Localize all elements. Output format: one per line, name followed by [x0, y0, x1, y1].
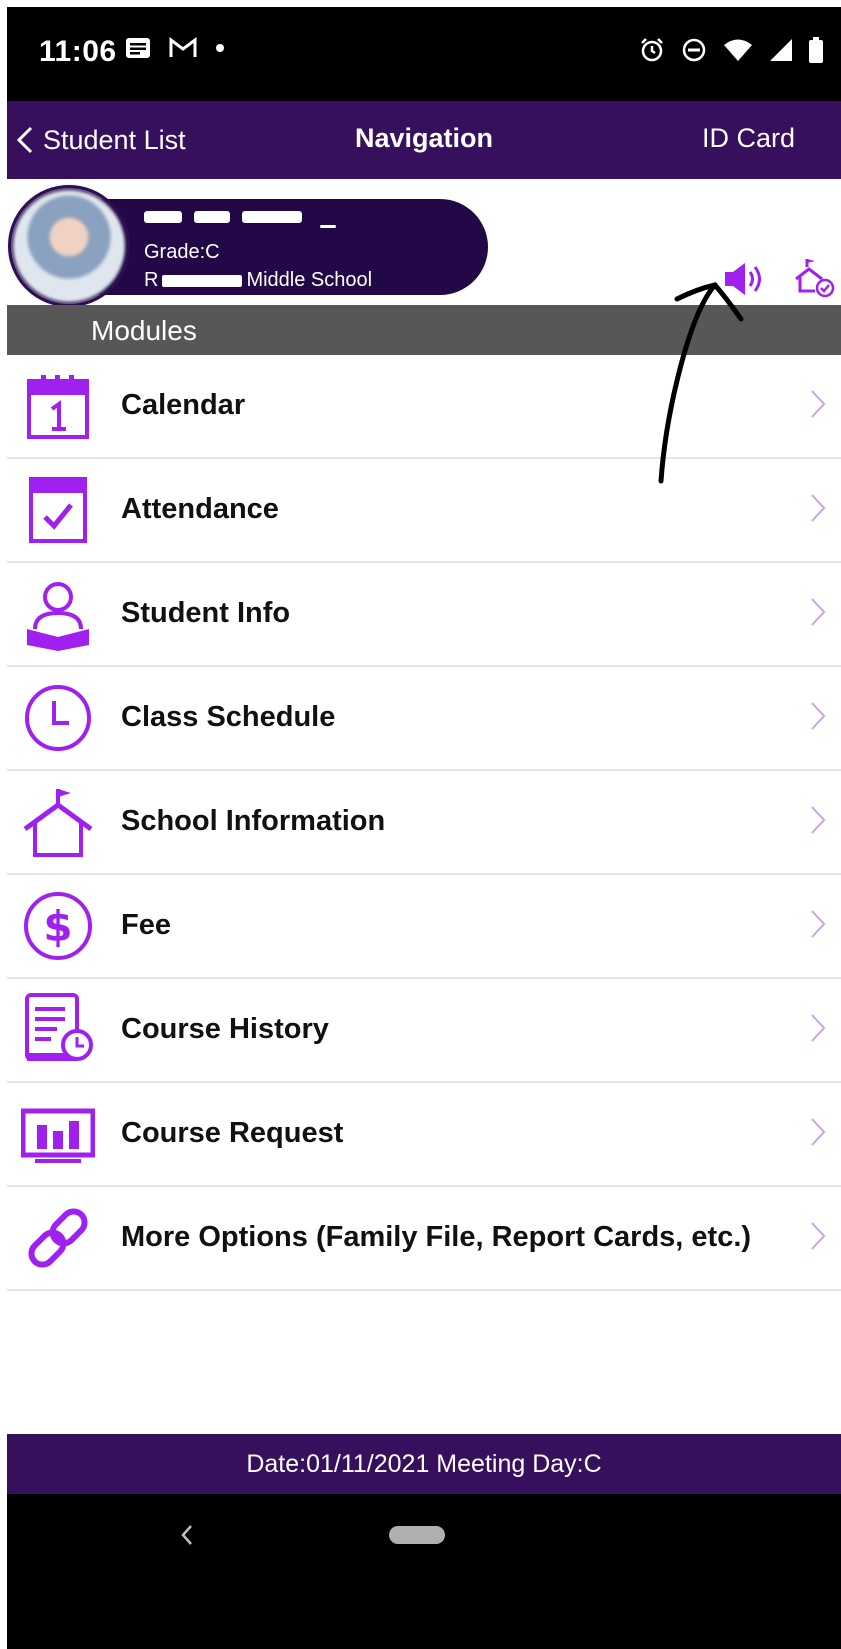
- system-navigation-bar: [7, 1494, 841, 1649]
- status-time: 11:06: [39, 35, 117, 68]
- student-name-redacted: [144, 205, 354, 228]
- modules-header: Modules: [7, 305, 841, 355]
- list-item-student-info[interactable]: Student Info: [7, 563, 841, 667]
- course-history-icon: [25, 993, 93, 1061]
- gmail-icon: [169, 37, 197, 57]
- grade-value: C: [205, 241, 220, 263]
- chevron-right-icon: [811, 598, 826, 626]
- app-frame: 11:06 Student List Navigation ID Card Gr…: [7, 7, 841, 1649]
- calendar-icon: [27, 375, 89, 439]
- student-header: Grade:C R Middle School: [7, 179, 841, 307]
- home-check-icon[interactable]: [793, 255, 837, 299]
- list-item-attendance[interactable]: Attendance: [7, 459, 841, 563]
- school-icon: [23, 789, 93, 857]
- grade-label: Grade:: [144, 241, 206, 263]
- attendance-icon: [29, 477, 87, 543]
- signal-icon: [770, 39, 792, 61]
- footer-date-text: Date:01/11/2021 Meeting Day:C: [246, 1450, 602, 1478]
- date-footer: Date:01/11/2021 Meeting Day:C: [7, 1434, 841, 1494]
- modules-list: Calendar Attendance Student Info Class S…: [7, 355, 841, 1291]
- school-suffix: Middle School: [246, 269, 373, 291]
- list-item-label: More Options (Family File, Report Cards,…: [121, 1221, 752, 1253]
- dollar-icon: $: [24, 892, 92, 960]
- chevron-right-icon: [811, 1118, 826, 1146]
- course-request-icon: [21, 1108, 95, 1163]
- chevron-right-icon: [811, 910, 826, 938]
- link-icon: [28, 1208, 88, 1268]
- status-bar: 11:06: [7, 7, 841, 101]
- list-item-label: Calendar: [121, 389, 246, 421]
- battery-icon: [809, 37, 823, 63]
- system-home-button[interactable]: [389, 1526, 445, 1544]
- svg-text:$: $: [43, 902, 72, 951]
- do-not-disturb-icon: [682, 38, 706, 62]
- status-right-icons: [639, 37, 823, 63]
- list-item-label: Fee: [121, 909, 171, 941]
- list-item-course-request[interactable]: Course Request: [7, 1083, 841, 1187]
- chevron-right-icon: [811, 390, 826, 418]
- modules-header-label: Modules: [91, 315, 197, 346]
- speaker-icon[interactable]: [723, 259, 769, 299]
- id-card-button[interactable]: ID Card: [702, 123, 795, 154]
- chevron-right-icon: [811, 702, 826, 730]
- list-item-calendar[interactable]: Calendar: [7, 355, 841, 459]
- status-left-icons: [125, 37, 225, 59]
- message-icon: [126, 38, 150, 58]
- notification-dot-icon: [216, 44, 224, 52]
- student-info-icon: [27, 582, 89, 651]
- clock-icon: [25, 685, 91, 751]
- student-school: R Middle School: [144, 269, 372, 292]
- avatar-ring: [8, 185, 130, 307]
- system-back-icon[interactable]: [177, 1522, 197, 1548]
- list-item-label: Student Info: [121, 597, 291, 629]
- navigation-bar: Student List Navigation ID Card: [7, 101, 841, 179]
- wifi-icon: [724, 39, 752, 61]
- list-item-label: School Information: [121, 805, 386, 837]
- list-item-more-options[interactable]: More Options (Family File, Report Cards,…: [7, 1187, 841, 1291]
- chevron-right-icon: [811, 1014, 826, 1042]
- list-item-label: Attendance: [121, 493, 279, 525]
- school-prefix: R: [144, 269, 159, 291]
- chevron-right-icon: [811, 806, 826, 834]
- list-item-label: Class Schedule: [121, 701, 336, 733]
- school-redaction: [162, 274, 243, 287]
- list-item-class-schedule[interactable]: Class Schedule: [7, 667, 841, 771]
- student-grade: Grade:C: [144, 241, 220, 264]
- alarm-icon: [641, 38, 663, 62]
- list-item-school-information[interactable]: School Information: [7, 771, 841, 875]
- list-item-course-history[interactable]: Course History: [7, 979, 841, 1083]
- chevron-right-icon: [811, 494, 826, 522]
- chevron-right-icon: [811, 1222, 826, 1250]
- list-item-label: Course Request: [121, 1117, 344, 1149]
- list-item-label: Course History: [121, 1013, 329, 1045]
- list-item-fee[interactable]: $ Fee: [7, 875, 841, 979]
